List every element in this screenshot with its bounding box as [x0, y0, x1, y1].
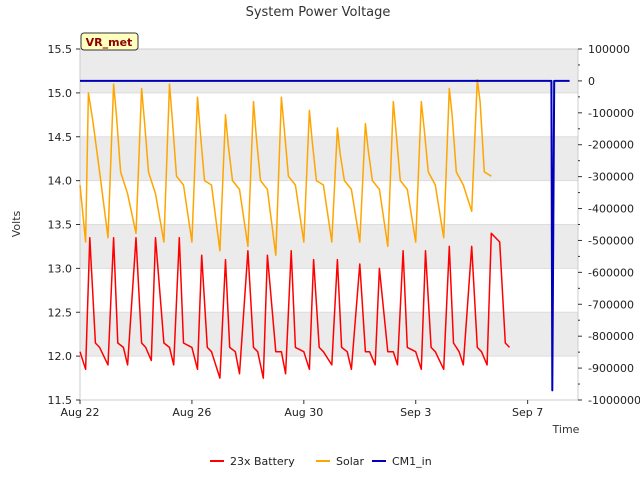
right-tick-label: -100000: [588, 107, 634, 120]
left-tick-label: 14.0: [48, 175, 73, 188]
left-tick-label: 13.0: [48, 262, 73, 275]
right-tick-label: -500000: [588, 234, 634, 247]
legend-label: 23x Battery: [230, 455, 295, 468]
right-tick-label: -700000: [588, 298, 634, 311]
right-tick-label: -800000: [588, 330, 634, 343]
right-tick-label: -1000000: [588, 394, 640, 407]
x-tick-label: Aug 22: [61, 406, 100, 419]
right-tick-label: 0: [588, 75, 595, 88]
left-tick-label: 13.5: [48, 219, 73, 232]
left-tick-label: 14.5: [48, 131, 73, 144]
x-axis-label: Time: [552, 423, 580, 436]
right-tick-label: 100000: [588, 43, 630, 56]
legend-label: CM1_in: [392, 455, 432, 468]
chart: System Power Voltage Volts Time 11.512.0…: [0, 0, 640, 480]
right-tick-label: -900000: [588, 362, 634, 375]
x-tick-label: Sep 3: [400, 406, 431, 419]
grid-band: [80, 136, 578, 181]
right-tick-label: -300000: [588, 171, 634, 184]
legend-label: Solar: [336, 455, 365, 468]
left-tick-label: 15.5: [48, 43, 73, 56]
vr-met-badge-label: VR_met: [86, 36, 133, 49]
right-tick-label: -600000: [588, 266, 634, 279]
y-axis-label: Volts: [10, 210, 23, 237]
left-tick-label: 12.0: [48, 350, 73, 363]
right-tick-label: -200000: [588, 139, 634, 152]
x-tick-label: Sep 7: [512, 406, 543, 419]
x-tick-label: Aug 26: [172, 406, 211, 419]
left-tick-label: 15.0: [48, 87, 73, 100]
chart-title: System Power Voltage: [246, 5, 391, 20]
vr-met-badge: VR_met: [80, 32, 139, 51]
grid-band: [80, 49, 578, 93]
right-tick-label: -400000: [588, 203, 634, 216]
x-tick-label: Aug 30: [284, 406, 323, 419]
left-tick-label: 12.5: [48, 306, 73, 319]
